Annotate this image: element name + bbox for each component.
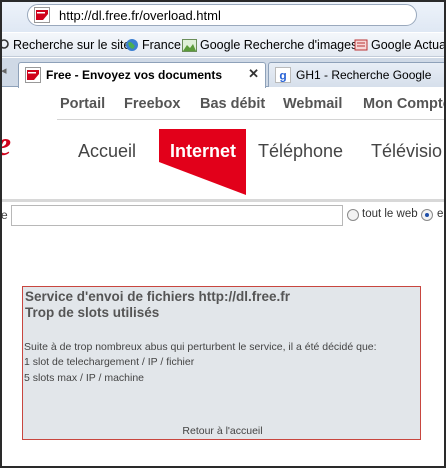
radio-label-tout-le-web: tout le web [362, 208, 418, 220]
address-bar-url: http://dl.free.fr/overload.html [59, 8, 221, 23]
bookmark-label: Google Actua [371, 38, 446, 52]
topnav-divider [57, 119, 444, 120]
site-search-input[interactable] [11, 205, 343, 226]
free-favicon-icon [25, 67, 41, 83]
topnav-portail[interactable]: Portail [60, 96, 105, 112]
tab-label: Free - Envoyez vos documents [46, 68, 223, 82]
bookmark-label: Google Recherche d'images [200, 38, 358, 52]
bookmark-google-actua[interactable]: Google Actua [354, 37, 446, 53]
mainnav-internet-active-tab[interactable] [159, 129, 246, 195]
google-favicon-icon: g [275, 67, 291, 83]
radio-tout-le-web[interactable] [347, 209, 359, 221]
tab-label: GH1 - Recherche Google [296, 68, 432, 82]
back-to-home-link[interactable]: Retour à l'accueil [23, 425, 422, 437]
top-navigation: Portail Freebox Bas débit Webmail Mon Co… [2, 96, 446, 118]
search-label-fragment: e [1, 208, 8, 222]
message-line: 1 slot de telechargement / IP / fichier [24, 356, 195, 368]
message-title: Service d'envoi de fichiers http://dl.fr… [25, 289, 291, 304]
svg-text:g: g [279, 69, 286, 83]
radio-label-site: e [437, 208, 444, 220]
error-message-box: Service d'envoi de fichiers http://dl.fr… [22, 286, 421, 440]
free-logo[interactable]: e [0, 126, 11, 164]
tab-close-icon[interactable]: ✕ [248, 63, 259, 85]
mainnav-television[interactable]: Télévisio [371, 141, 442, 162]
tab-free-envoyez[interactable]: Free - Envoyez vos documents ✕ [18, 62, 266, 88]
radio-site[interactable] [421, 209, 433, 221]
news-icon [354, 38, 368, 56]
bookmark-google-images[interactable]: Google Recherche d'images [182, 37, 357, 53]
topnav-webmail[interactable]: Webmail [283, 96, 342, 112]
tab-scroll-left-icon[interactable]: ◂ [1, 64, 7, 77]
topnav-mon-compte[interactable]: Mon Compte [363, 96, 446, 112]
search-magnifier-icon [0, 38, 10, 56]
mainnav-internet[interactable]: Internet [170, 141, 236, 162]
message-subtitle: Trop de slots utilisés [25, 305, 160, 320]
message-line: 5 slots max / IP / machine [24, 372, 145, 384]
header-divider [2, 199, 444, 202]
free-favicon-icon [34, 7, 50, 23]
topnav-freebox[interactable]: Freebox [124, 96, 180, 112]
image-icon [182, 39, 197, 56]
globe-icon [125, 38, 139, 56]
mainnav-telephone[interactable]: Téléphone [258, 141, 343, 162]
bookmark-recherche-site[interactable]: Recherche sur le site [0, 37, 130, 53]
bookmark-label: France [142, 38, 181, 52]
bookmarks-bar: Recherche sur le site France Google Rech… [0, 33, 446, 57]
address-bar[interactable]: http://dl.free.fr/overload.html [27, 4, 417, 26]
topnav-bas-debit[interactable]: Bas débit [200, 96, 265, 112]
site-search-row: e tout le web e [0, 204, 446, 228]
bookmark-label: Recherche sur le site [13, 38, 131, 52]
bookmark-france[interactable]: France [125, 37, 181, 53]
message-line: Suite à de trop nombreux abus qui pertur… [24, 341, 377, 353]
tab-strip: ◂ Free - Envoyez vos documents ✕ g GH1 -… [0, 58, 446, 88]
address-bar-row: http://dl.free.fr/overload.html [0, 0, 446, 32]
mainnav-accueil[interactable]: Accueil [78, 141, 136, 162]
tab-gh1-recherche[interactable]: g GH1 - Recherche Google [268, 62, 446, 87]
